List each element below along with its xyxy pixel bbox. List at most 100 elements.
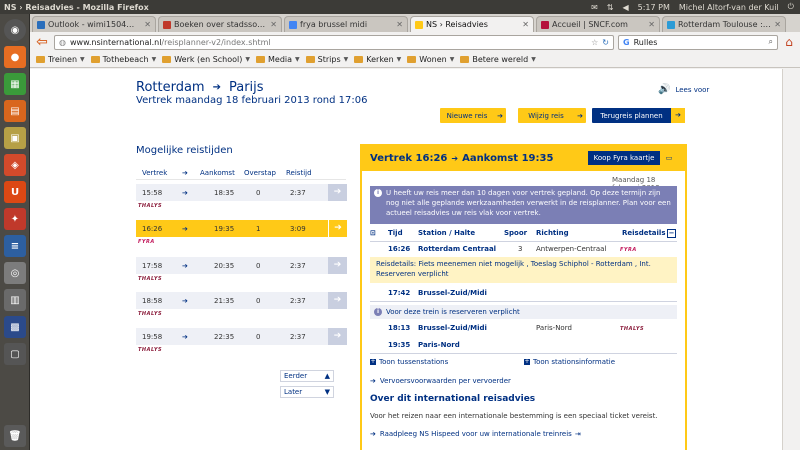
reload-icon[interactable]: ↻ bbox=[602, 38, 609, 47]
spreadsheet-icon[interactable]: ▦ bbox=[4, 73, 26, 95]
arrow-right-icon: ➔ bbox=[451, 154, 459, 163]
chevron-down-icon: ▼ bbox=[531, 56, 536, 63]
thalys-logo: THALYS bbox=[138, 347, 163, 353]
chevron-down-icon: ▼ bbox=[245, 56, 250, 63]
arrow-right-icon: ➔ bbox=[577, 111, 583, 120]
arrow-right-icon: ➔ bbox=[497, 111, 503, 120]
about-title: Over dit international reisadvies bbox=[370, 394, 536, 404]
bookmark-folder-werk[interactable]: Werk (en School) ▼ bbox=[162, 55, 250, 64]
trip-row[interactable]: 19:58 ➔ 22:35 0 2:37 ➔ bbox=[136, 328, 347, 345]
bookmark-folder-treinen[interactable]: Treinen ▼ bbox=[36, 55, 85, 64]
collapse-icon[interactable]: − bbox=[667, 229, 676, 238]
fyra-logo: FYRA bbox=[138, 239, 155, 245]
toon-tussenstations-link[interactable]: + Toon tussenstations bbox=[370, 358, 448, 366]
chevron-down-icon: ▼ bbox=[324, 388, 330, 396]
arrow-right-icon: ➔ bbox=[182, 169, 188, 177]
chevron-up-icon: ▲ bbox=[324, 372, 330, 380]
info-icon: i bbox=[374, 308, 382, 316]
document-icon[interactable]: ≡ bbox=[4, 235, 26, 257]
search-icon[interactable]: ⌕ bbox=[769, 37, 773, 47]
vervoersvoorwaarden-link[interactable]: ➔ Vervoersvoorwaarden per vervoerder bbox=[370, 377, 511, 385]
close-icon[interactable]: ✕ bbox=[270, 20, 277, 29]
clock[interactable]: 5:17 PM bbox=[638, 3, 670, 12]
terugreis-plannen-button[interactable]: Terugreis plannen ➔ bbox=[592, 108, 685, 123]
ns-hispeed-link[interactable]: ➔ Raadpleeg NS Hispeed voor uw internatio… bbox=[370, 430, 581, 438]
network-icon[interactable]: ⇅ bbox=[607, 3, 614, 12]
thalys-logo: THALYS bbox=[138, 276, 163, 282]
select-trip-arrow-icon[interactable]: ➔ bbox=[328, 184, 347, 201]
disk-icon[interactable]: ▥ bbox=[4, 289, 26, 311]
files-icon[interactable]: ▣ bbox=[4, 127, 26, 149]
os-top-bar: NS › Reisadvies - Mozilla Firefox ✉ ⇅ ◀ … bbox=[0, 0, 800, 14]
folder-icon bbox=[460, 56, 470, 63]
close-icon[interactable]: ✕ bbox=[774, 20, 781, 29]
trash-icon[interactable]: 🗑 bbox=[4, 425, 26, 447]
bookmark-star-icon[interactable]: ☆ bbox=[591, 38, 598, 47]
bookmark-folder-strips[interactable]: Strips ▼ bbox=[305, 55, 348, 64]
volume-icon[interactable]: ◀ bbox=[622, 3, 628, 12]
favicon-icon bbox=[37, 20, 45, 29]
thalys-logo: THALYS bbox=[138, 311, 163, 317]
mail-icon[interactable]: ✉ bbox=[591, 3, 598, 12]
select-trip-arrow-icon[interactable]: ➔ bbox=[328, 328, 347, 345]
ubuntu-one-icon[interactable]: U bbox=[4, 181, 26, 203]
settings-icon[interactable]: ✦ bbox=[4, 208, 26, 230]
tab-rotterdam-toulouse[interactable]: Rotterdam Toulouse : ... ✕ bbox=[662, 16, 786, 32]
select-trip-arrow-icon[interactable]: ➔ bbox=[328, 257, 347, 274]
bookmark-folder-betere-wereld[interactable]: Betere wereld ▼ bbox=[460, 55, 536, 64]
close-icon[interactable]: ✕ bbox=[396, 20, 403, 29]
chevron-down-icon: ▼ bbox=[449, 56, 455, 63]
bookmark-folder-wonen[interactable]: Wonen ▼ bbox=[407, 55, 454, 64]
arrow-right-icon: ➔ bbox=[370, 430, 376, 438]
presentation-icon[interactable]: ▤ bbox=[4, 100, 26, 122]
trip-row[interactable]: 17:58 ➔ 20:35 0 2:37 ➔ bbox=[136, 257, 347, 274]
trip-row[interactable]: 18:58 ➔ 21:35 0 2:37 ➔ bbox=[136, 292, 347, 309]
wijzig-reis-button[interactable]: Wijzig reis ➔ bbox=[518, 108, 586, 123]
info-message: i U heeft uw reis meer dan 10 dagen voor… bbox=[370, 186, 677, 224]
route-subtitle: Vertrek maandag 18 februari 2013 rond 17… bbox=[136, 95, 368, 106]
user-name[interactable]: Michel Altorf-van der Kuil bbox=[679, 3, 779, 12]
trip-row-selected[interactable]: 16:26 ➔ 19:35 1 3:09 ➔ bbox=[136, 220, 347, 237]
trip-row[interactable]: 15:58 ➔ 18:35 0 2:37 ➔ bbox=[136, 184, 347, 201]
google-icon: G bbox=[623, 37, 630, 47]
select-trip-arrow-icon[interactable]: ➔ bbox=[328, 220, 347, 237]
plus-icon: + bbox=[524, 358, 530, 365]
lees-voor-link[interactable]: 🔊 Lees voor bbox=[658, 84, 709, 95]
tab-ns-reisadvies[interactable]: NS › Reisadvies ✕ bbox=[410, 16, 534, 32]
tab-strip: Outlook - wimi1504@... ✕ Boeken over stad… bbox=[30, 14, 800, 32]
search-bar[interactable]: G Rulles ⌕ bbox=[618, 34, 778, 50]
close-icon[interactable]: ✕ bbox=[522, 20, 529, 29]
koop-kaartje-button[interactable]: Koop Fyra kaartje ▭ bbox=[588, 151, 678, 165]
later-button[interactable]: Later ▼ bbox=[280, 386, 334, 398]
app-icon[interactable]: ▩ bbox=[4, 316, 26, 338]
workspace-icon[interactable]: ▢ bbox=[4, 343, 26, 365]
tab-sncf[interactable]: Accueil | SNCF.com ✕ bbox=[536, 16, 660, 32]
trip-detail-panel: Vertrek 16:26 ➔ Aankomst 19:35 Koop Fyra… bbox=[360, 144, 687, 450]
vertical-scrollbar[interactable] bbox=[782, 69, 800, 450]
nieuwe-reis-button[interactable]: Nieuwe reis ➔ bbox=[440, 108, 506, 123]
software-center-icon[interactable]: ◈ bbox=[4, 154, 26, 176]
home-icon[interactable]: ⌂ bbox=[782, 35, 796, 49]
back-arrow-icon[interactable]: ⇦ bbox=[34, 34, 50, 50]
select-trip-arrow-icon[interactable]: ➔ bbox=[328, 292, 347, 309]
speaker-icon: 🔊 bbox=[658, 84, 671, 95]
eerder-button[interactable]: Eerder ▲ bbox=[280, 370, 334, 382]
dash-icon[interactable]: ◉ bbox=[4, 19, 26, 41]
divider bbox=[370, 353, 677, 354]
tab-outlook[interactable]: Outlook - wimi1504@... ✕ bbox=[32, 16, 156, 32]
tab-boeken[interactable]: Boeken over stadssoci... ✕ bbox=[158, 16, 282, 32]
firefox-icon[interactable]: ● bbox=[4, 46, 26, 68]
bookmark-folder-kerken[interactable]: Kerken ▼ bbox=[354, 55, 401, 64]
favicon-icon bbox=[541, 20, 549, 29]
navigation-bar: ⇦ ◍ www.nsinternational.nl/reisplanner-v… bbox=[30, 32, 800, 52]
page-content: Rotterdam ➔ Parijs Vertrek maandag 18 fe… bbox=[30, 69, 782, 450]
close-icon[interactable]: ✕ bbox=[648, 20, 655, 29]
toon-stationsinformatie-link[interactable]: + Toon stationsinformatie bbox=[524, 358, 615, 366]
url-bar[interactable]: ◍ www.nsinternational.nl/reisplanner-v2/… bbox=[54, 34, 614, 50]
power-icon[interactable]: ⏻ bbox=[788, 2, 794, 12]
bookmark-folder-tothebeach[interactable]: Tothebeach ▼ bbox=[90, 55, 156, 64]
bookmark-folder-media[interactable]: Media ▼ bbox=[256, 55, 300, 64]
viewer-icon[interactable]: ◎ bbox=[4, 262, 26, 284]
tab-frya[interactable]: frya brussel midi ✕ bbox=[284, 16, 408, 32]
close-icon[interactable]: ✕ bbox=[144, 20, 151, 29]
